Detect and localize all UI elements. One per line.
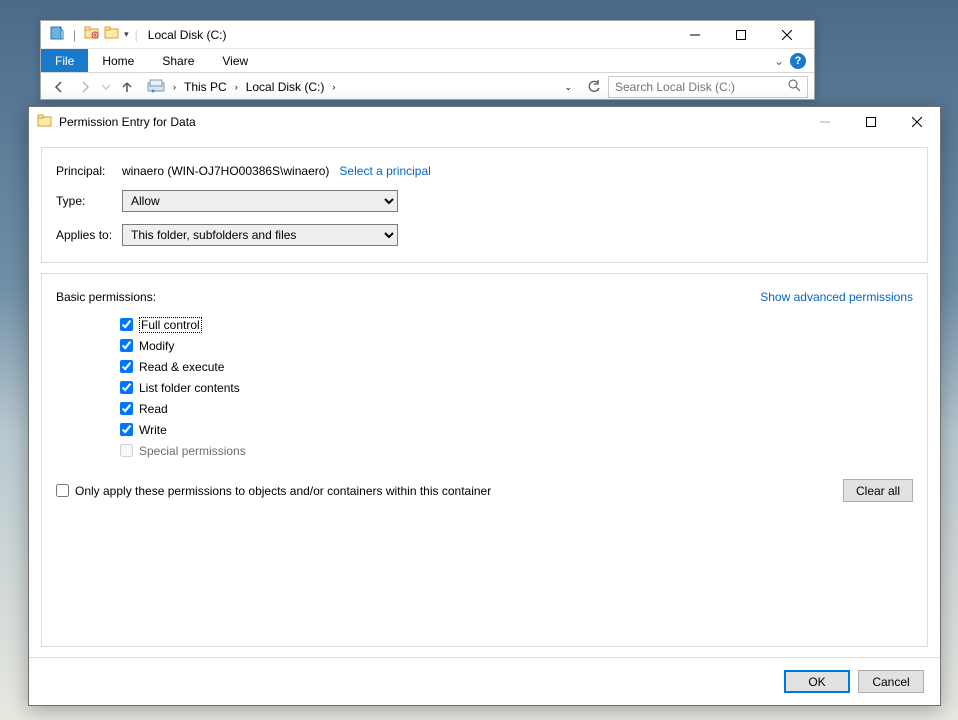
window-controls [672, 21, 810, 49]
dialog-titlebar: Permission Entry for Data [29, 107, 940, 137]
permission-dialog: Permission Entry for Data Principal: win… [28, 106, 941, 706]
type-select[interactable]: Allow [122, 190, 398, 212]
principal-section: Principal: winaero (WIN-OJ7HO00386S\wina… [41, 147, 928, 263]
applies-label: Applies to: [56, 228, 122, 242]
folder-icon [37, 113, 53, 132]
applies-select[interactable]: This folder, subfolders and files [122, 224, 398, 246]
chevron-icon[interactable]: › [173, 82, 176, 92]
permission-item: List folder contents [120, 377, 913, 398]
permission-checkbox[interactable] [120, 360, 133, 373]
type-label: Type: [56, 194, 122, 208]
quick-access-toolbar: | ▾ | [45, 25, 140, 44]
permission-item: Read & execute [120, 356, 913, 377]
qat-sep: | [135, 28, 138, 42]
drive-icon [147, 77, 165, 98]
properties-icon[interactable] [49, 25, 65, 44]
maximize-button[interactable] [718, 21, 764, 49]
window-title: Local Disk (C:) [148, 28, 227, 42]
tab-share[interactable]: Share [148, 49, 208, 72]
only-apply-checkbox[interactable] [56, 484, 69, 497]
permission-label: Read & execute [139, 360, 224, 374]
chevron-icon[interactable]: › [332, 82, 335, 92]
qat-dropdown-icon[interactable]: ▾ [124, 29, 129, 40]
permission-label: List folder contents [139, 381, 240, 395]
dialog-footer: OK Cancel [29, 657, 940, 705]
permission-item: Modify [120, 335, 913, 356]
permission-label: Write [139, 423, 167, 437]
dialog-body: Principal: winaero (WIN-OJ7HO00386S\wina… [29, 137, 940, 657]
search-input[interactable]: Search Local Disk (C:) [608, 76, 808, 98]
permission-item: Special permissions [120, 440, 913, 461]
address-bar[interactable]: › This PC › Local Disk (C:) › ⌄ [145, 77, 576, 98]
show-advanced-link[interactable]: Show advanced permissions [760, 290, 913, 304]
cancel-button[interactable]: Cancel [858, 670, 924, 693]
search-icon[interactable] [788, 79, 801, 95]
refresh-button[interactable] [582, 75, 606, 99]
folder-icon[interactable] [104, 25, 120, 44]
up-button[interactable] [115, 75, 139, 99]
ribbon-expand-icon[interactable]: ⌄ [774, 54, 784, 68]
permissions-list: Full control Modify Read & execute List fol… [120, 314, 913, 461]
tab-file[interactable]: File [41, 49, 88, 72]
permission-item: Read [120, 398, 913, 419]
separator: | [73, 28, 76, 42]
maximize-button[interactable] [848, 107, 894, 137]
permission-checkbox[interactable] [120, 423, 133, 436]
principal-value: winaero (WIN-OJ7HO00386S\winaero) [122, 164, 329, 178]
permission-label: Modify [139, 339, 174, 353]
only-apply-label: Only apply these permissions to objects … [75, 484, 491, 498]
navigation-bar: › This PC › Local Disk (C:) › ⌄ Search L… [41, 73, 814, 101]
permission-checkbox[interactable] [120, 339, 133, 352]
dialog-title: Permission Entry for Data [59, 115, 196, 129]
permission-label: Special permissions [139, 444, 246, 458]
permission-checkbox[interactable] [120, 381, 133, 394]
principal-label: Principal: [56, 164, 122, 178]
explorer-titlebar: | ▾ | Local Disk (C:) [41, 21, 814, 49]
select-principal-link[interactable]: Select a principal [339, 164, 430, 178]
explorer-window: | ▾ | Local Disk (C:) File Home Share Vi… [40, 20, 815, 100]
ok-button[interactable]: OK [784, 670, 850, 693]
minimize-button[interactable] [672, 21, 718, 49]
permissions-section: Basic permissions: Show advanced permiss… [41, 273, 928, 647]
help-icon[interactable]: ? [790, 53, 806, 69]
forward-button[interactable] [73, 75, 97, 99]
back-button[interactable] [47, 75, 71, 99]
permission-item: Write [120, 419, 913, 440]
minimize-button [802, 107, 848, 137]
permission-checkbox[interactable] [120, 402, 133, 415]
close-button[interactable] [764, 21, 810, 49]
close-button[interactable] [894, 107, 940, 137]
address-dropdown-icon[interactable]: ⌄ [564, 82, 572, 93]
permission-label: Full control [139, 317, 202, 333]
permission-checkbox [120, 444, 133, 457]
permission-item: Full control [120, 314, 913, 335]
new-folder-icon[interactable] [84, 25, 100, 44]
search-placeholder: Search Local Disk (C:) [615, 80, 735, 94]
breadcrumb-drive[interactable]: Local Disk (C:) [246, 80, 325, 94]
tab-view[interactable]: View [208, 49, 262, 72]
chevron-icon[interactable]: › [235, 82, 238, 92]
permission-checkbox[interactable] [120, 318, 133, 331]
clear-all-button[interactable]: Clear all [843, 479, 913, 502]
breadcrumb-thispc[interactable]: This PC [184, 80, 227, 94]
permission-label: Read [139, 402, 168, 416]
dialog-window-controls [802, 107, 940, 137]
ribbon-tabs: File Home Share View ⌄ ? [41, 49, 814, 73]
basic-permissions-label: Basic permissions: [56, 290, 156, 304]
tab-home[interactable]: Home [88, 49, 148, 72]
recent-dropdown[interactable] [99, 75, 113, 99]
